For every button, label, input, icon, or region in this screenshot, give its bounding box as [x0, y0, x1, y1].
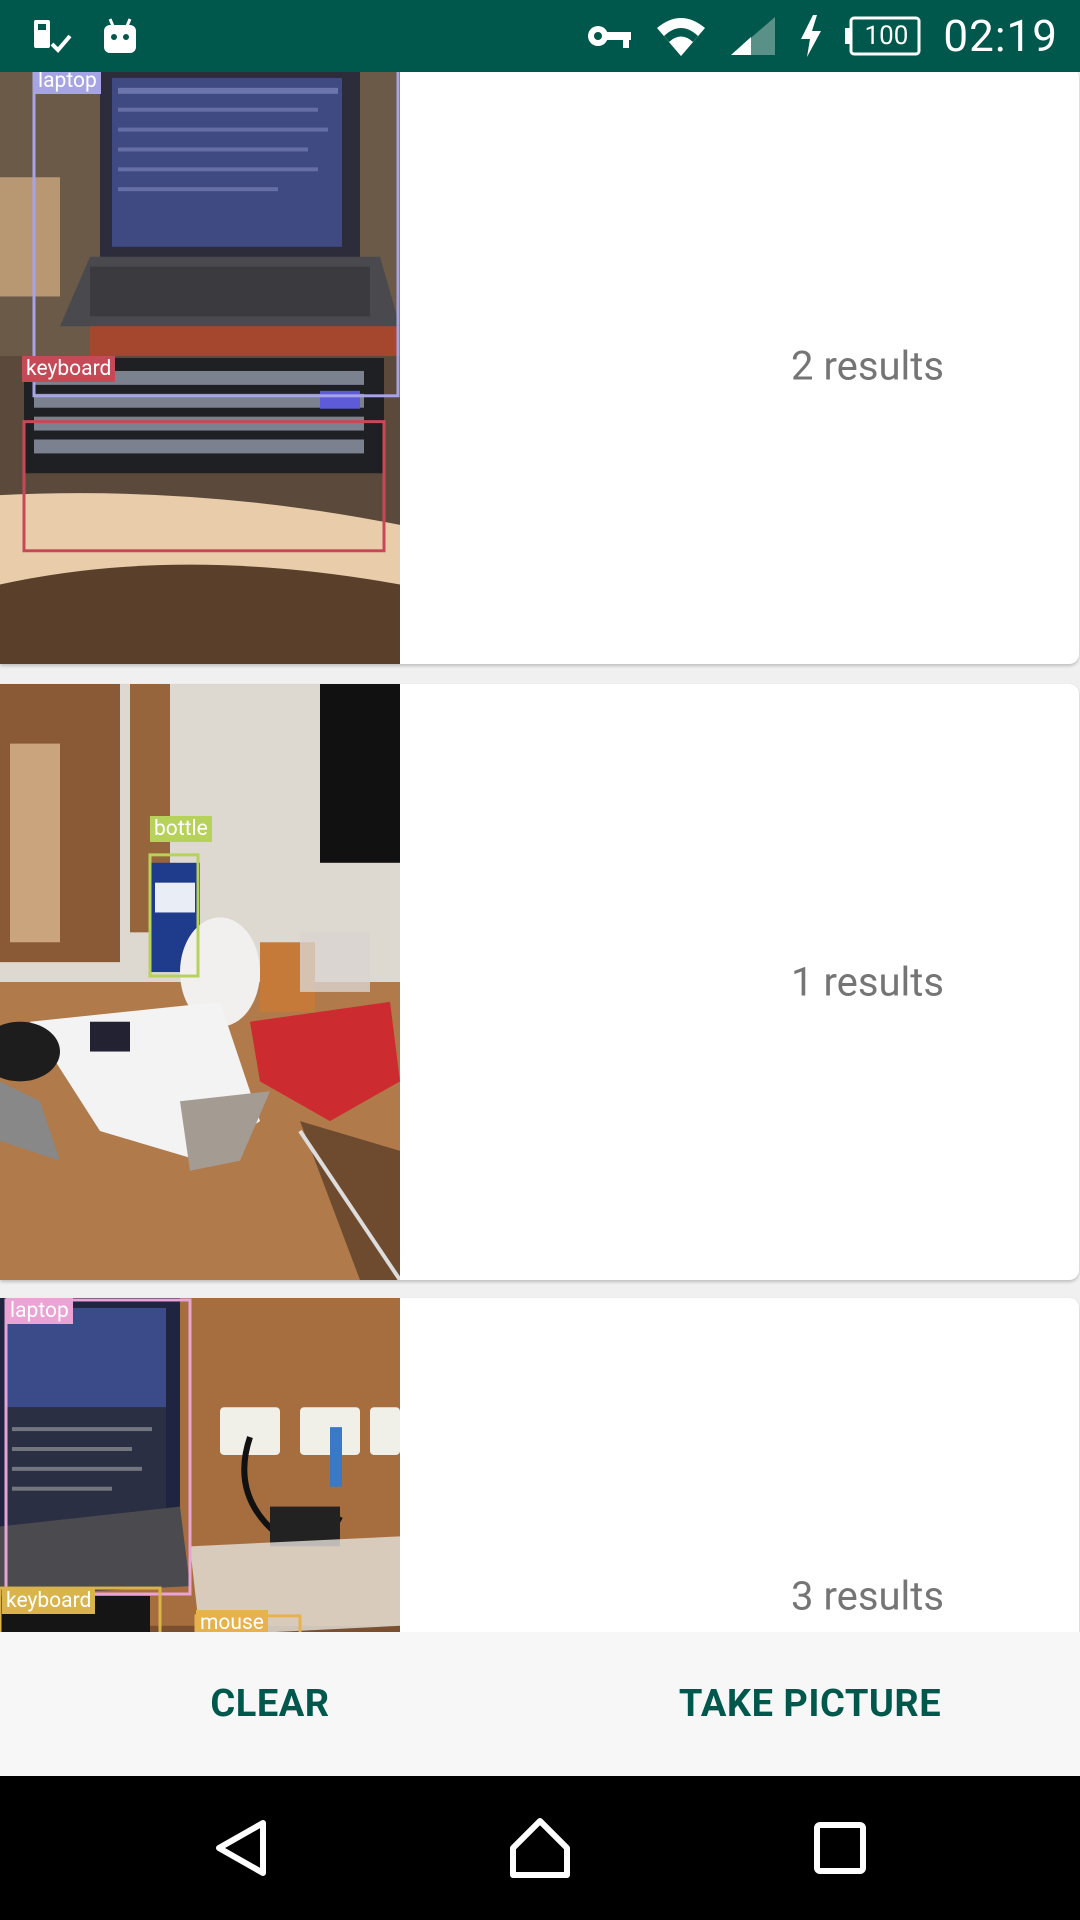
- detection-image: [0, 1298, 400, 1632]
- bbox-label: keyboard: [2, 1588, 96, 1614]
- vpn-key-icon: [587, 21, 633, 51]
- detection-image: [0, 684, 400, 1280]
- result-count: 3 results: [791, 1572, 944, 1620]
- battery-level: 100: [864, 21, 909, 51]
- result-count: 2 results: [791, 342, 944, 390]
- result-card[interactable]: bottle 1 results: [0, 684, 1079, 1280]
- bbox-label: laptop: [6, 1298, 73, 1324]
- cell-signal-icon: [729, 15, 777, 57]
- bbox-label: laptop: [34, 72, 101, 94]
- home-icon[interactable]: [504, 1812, 576, 1884]
- bbox-label: mouse: [196, 1610, 268, 1632]
- results-list[interactable]: laptop keyboard 2 results bottle 1 resul…: [0, 72, 1080, 1632]
- battery-icon: 100: [845, 16, 921, 56]
- navigation-bar: [0, 1776, 1080, 1920]
- wifi-icon: [655, 14, 707, 58]
- android-icon: [102, 17, 138, 55]
- result-card[interactable]: laptop keyboard 2 results: [0, 72, 1079, 664]
- bbox-label: keyboard: [22, 356, 116, 382]
- sim-storage-icon: [30, 16, 74, 56]
- status-bar: 100 02:19: [0, 0, 1080, 72]
- action-bar: CLEAR TAKE PICTURE: [0, 1632, 1080, 1776]
- clear-button[interactable]: CLEAR: [0, 1632, 540, 1776]
- back-icon[interactable]: [206, 1812, 278, 1884]
- clock: 02:19: [943, 10, 1058, 62]
- charging-icon: [799, 15, 823, 57]
- result-card[interactable]: laptop keyboard mouse 3 results: [0, 1298, 1079, 1632]
- take-picture-button[interactable]: TAKE PICTURE: [540, 1632, 1080, 1776]
- bbox-label: bottle: [150, 816, 212, 842]
- recents-icon[interactable]: [804, 1812, 876, 1884]
- result-count: 1 results: [791, 958, 944, 1006]
